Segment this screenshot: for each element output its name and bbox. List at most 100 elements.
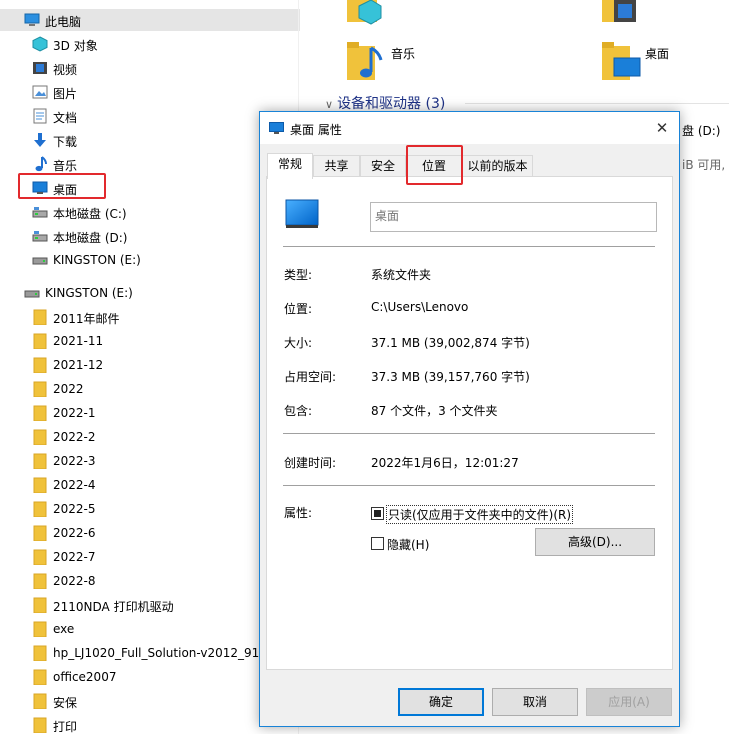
ok-button[interactable]: 确定 (398, 688, 484, 716)
tab-strip: 常规 共享 安全 位置 以前的版本 (260, 153, 679, 179)
nav-item-label: 文档 (53, 111, 78, 125)
folder-item[interactable]: 2022-3 (0, 450, 300, 472)
folder-item[interactable]: 2021-11 (0, 330, 300, 352)
nav-item[interactable]: 3D 对象 (0, 33, 300, 55)
folder-icon (33, 669, 47, 685)
cancel-button[interactable]: 取消 (492, 688, 578, 716)
usb-drive-icon (24, 290, 40, 298)
drive-free-peek-label: iB 可用, (682, 158, 726, 172)
close-icon[interactable]: ✕ (645, 112, 679, 144)
folder-item-label: 2110NDA 打印机驱动 (53, 600, 174, 614)
folder-item[interactable]: 安保 (0, 690, 300, 712)
folder-item-label: 2022-7 (53, 550, 96, 564)
separator (283, 485, 655, 486)
advanced-button[interactable]: 高级(D)... (535, 528, 655, 556)
folder-item-label: 2021-11 (53, 334, 104, 348)
folder-item-label: 2022 (53, 382, 84, 396)
nav-item[interactable]: 本地磁盘 (C:) (0, 201, 300, 223)
desktop-icon (285, 199, 319, 228)
folder-item[interactable]: 2022 (0, 378, 300, 400)
size-value: 37.1 MB (39,002,874 字节) (371, 336, 530, 350)
folder-icon (33, 333, 47, 349)
folder-icon (33, 405, 47, 421)
nav-item[interactable]: 文档 (0, 105, 300, 127)
videos-folder-icon[interactable] (600, 0, 640, 26)
annotation-highlight-desktop (18, 173, 106, 199)
tab-previous-versions[interactable]: 以前的版本 (462, 155, 533, 177)
tab-security[interactable]: 安全 (360, 155, 406, 177)
navigation-pane[interactable]: 此电脑 3D 对象 视频 图片 文档 下载 音乐 桌面 本地磁盘 (C:) 本地磁盘 (D:) K… (0, 0, 300, 734)
general-tab-panel: 桌面 类型: 系统文件夹 位置: C:\Users\Lenovo 大小: 37.… (266, 176, 673, 670)
devices-drives-group-header[interactable]: ∨ 设备和驱动器 (3) (325, 93, 445, 113)
readonly-label[interactable]: 只读(仅应用于文件夹中的文件)(R) (386, 505, 574, 524)
readonly-checkbox[interactable] (371, 507, 384, 520)
3d-objects-folder-icon[interactable] (345, 0, 383, 26)
computer-icon (24, 13, 40, 26)
folder-icon (33, 717, 47, 733)
folder-item[interactable]: 2011年邮件 (0, 306, 300, 328)
nav-item[interactable]: 图片 (0, 81, 300, 103)
3d-objects-icon (32, 36, 48, 52)
apply-button[interactable]: 应用(A) (586, 688, 672, 716)
hidden-label[interactable]: 隐藏(H) (387, 536, 429, 553)
folder-item-label: hp_LJ1020_Full_Solution-v2012_918_ (53, 646, 273, 660)
annotation-highlight-location-tab (406, 145, 463, 185)
tab-sharing[interactable]: 共享 (313, 155, 360, 177)
nav-kingston-root[interactable]: KINGSTON (E:) (0, 282, 300, 304)
folder-item-label: 2022-6 (53, 526, 96, 540)
nav-item-label: 下载 (53, 135, 78, 149)
folder-icon (33, 357, 47, 373)
nav-item-label: 图片 (53, 87, 78, 101)
tab-general[interactable]: 常规 (267, 153, 313, 179)
group-divider (465, 103, 729, 104)
created-label: 创建时间: (284, 456, 337, 470)
folder-item[interactable]: 2022-5 (0, 498, 300, 520)
folder-item-label: 2022-2 (53, 430, 96, 444)
nav-item[interactable]: 本地磁盘 (D:) (0, 225, 300, 247)
folder-item-label: exe (53, 622, 75, 636)
nav-item-label: KINGSTON (E:) (53, 253, 141, 267)
folder-item[interactable]: exe (0, 618, 300, 640)
contains-value: 87 个文件，3 个文件夹 (371, 404, 498, 418)
folder-icon (33, 477, 47, 493)
folder-item-label: 2022-8 (53, 574, 96, 588)
folder-item[interactable]: office2007 (0, 666, 300, 688)
folder-item-label: 2022-4 (53, 478, 96, 492)
dialog-title: 桌面 属性 (290, 123, 342, 137)
folder-name-input[interactable]: 桌面 (370, 202, 657, 232)
folder-item[interactable]: 2021-12 (0, 354, 300, 376)
pictures-icon (32, 85, 48, 99)
folder-item-label: office2007 (53, 670, 117, 684)
folder-item[interactable]: 2022-7 (0, 546, 300, 568)
folder-item[interactable]: 2110NDA 打印机驱动 (0, 594, 300, 616)
folder-item[interactable]: 2022-2 (0, 426, 300, 448)
nav-item[interactable]: 下载 (0, 129, 300, 151)
folder-item[interactable]: 2022-4 (0, 474, 300, 496)
properties-dialog[interactable]: 桌面 属性 ✕ 常规 共享 安全 位置 以前的版本 桌面 类型: 系统文件夹 位… (259, 111, 680, 727)
folder-item[interactable]: 打印 (0, 714, 300, 734)
hidden-checkbox[interactable] (371, 537, 384, 550)
type-value: 系统文件夹 (371, 268, 432, 282)
location-label: 位置: (284, 302, 313, 316)
download-icon (34, 133, 46, 147)
folder-item-label: 安保 (53, 696, 78, 710)
dialog-titlebar[interactable]: 桌面 属性 ✕ (260, 112, 679, 144)
usb-drive-icon (32, 257, 48, 265)
folder-item[interactable]: 2022-6 (0, 522, 300, 544)
documents-icon (33, 108, 47, 124)
nav-item[interactable]: KINGSTON (E:) (0, 249, 300, 271)
nav-this-pc[interactable]: 此电脑 (0, 9, 300, 31)
screen: 此电脑 3D 对象 视频 图片 文档 下载 音乐 桌面 本地磁盘 (C:) 本地磁盘 (D:) K… (0, 0, 729, 734)
music-icon (35, 156, 47, 172)
nav-item[interactable]: 音乐 (0, 153, 300, 175)
nav-item[interactable]: 视频 (0, 57, 300, 79)
contains-label: 包含: (284, 404, 313, 418)
folder-item-label: 2021-12 (53, 358, 104, 372)
attributes-label: 属性: (284, 506, 313, 520)
nav-item-label: 本地磁盘 (D:) (53, 231, 128, 245)
music-folder-label: 音乐 (391, 47, 416, 61)
folder-item[interactable]: 2022-1 (0, 402, 300, 424)
music-folder-icon (347, 42, 383, 80)
folder-item[interactable]: hp_LJ1020_Full_Solution-v2012_918_ (0, 642, 300, 664)
folder-item[interactable]: 2022-8 (0, 570, 300, 592)
